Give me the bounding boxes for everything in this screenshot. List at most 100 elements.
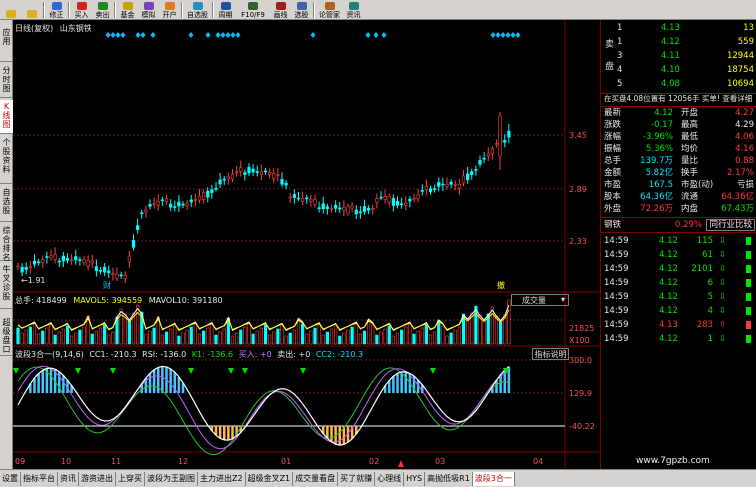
toolbar-button-11[interactable]: 论管家 [316,0,343,19]
stat-value: 64.36亿 [640,192,673,202]
candle-body [24,267,28,270]
candle-body [428,188,433,193]
candle-body [160,199,164,202]
candle-body [346,206,350,214]
volume-bar [189,326,193,345]
tick-volume: 5 [707,292,713,302]
stat-row: 最新 4.12 开盘 4.27 [601,107,756,119]
stock-name: 山东钢铁 [59,24,92,33]
order-note[interactable]: 在买盘4.08位置有 12056手 买单! 查看详细 [601,93,756,105]
volume-bar [173,325,177,345]
sell-arrow-icon [228,368,234,374]
toolbar-button-4[interactable]: 模拟 [138,0,159,19]
bottom-tab-6[interactable]: 主力进出Z2 [198,471,246,486]
panel-divider [601,217,756,218]
order-book-row: 1 4.13 13 [601,22,756,34]
bottom-tab-5[interactable]: 波段为王副图 [145,471,198,486]
bottom-tab-4[interactable]: 上穿买 [116,471,145,486]
indicator-name: 波段3合一 [15,350,53,359]
bottom-tab-10[interactable]: 心理线 [375,471,405,486]
order-note-text: 在买盘4.08位置有 12056手 买单! 查看详细 [604,94,753,103]
event-marker-icon [490,32,496,38]
up-arrow-icon: ⇧ [719,320,727,330]
volume-bar [206,327,210,345]
candle-body [247,166,251,174]
candle-body [214,187,218,190]
volume-indicator-select[interactable]: 成交量 ▾ [511,294,569,306]
candle-body [239,167,243,172]
event-marker-icon [115,32,121,38]
candle-body [408,198,412,202]
event-marker-icon [381,32,387,38]
candle-body [507,130,511,138]
toolbar-button-10[interactable]: 选股 [291,0,312,19]
candle-body [181,203,185,206]
bottom-tab-2[interactable]: 资讯 [58,471,79,486]
candle-body [420,190,424,192]
toolbar-button-9[interactable]: 画线 [270,0,291,19]
chart-canvas[interactable]: 3.45 2.89 2.33 ←1.91 财 撤 21825 X100 300.0 129.9 -4… [13,20,600,468]
candle-body [449,181,453,185]
left-tab-0[interactable]: 应用 [0,26,13,62]
toolbar-icon [348,2,359,10]
bottom-tab-13[interactable]: 波段3合一 [472,471,515,486]
kline-chart-area[interactable]: 3.45 2.89 2.33 ←1.91 财 撤 21825 X100 300.0 129.9 -4… [13,20,600,468]
bottom-tab-1[interactable]: 指标平台 [21,471,58,486]
left-tab-1[interactable]: 分时图 [0,64,13,98]
order-book-row: 3 4.11 12944 [601,50,756,62]
indicator-help-button[interactable]: 指标说明 [532,348,569,360]
toolbar-divider [212,2,214,18]
candle-body [115,274,119,279]
bottom-tab-3[interactable]: 游资进出 [79,471,116,486]
toolbar-button-1[interactable]: 买入 [71,0,92,19]
left-tab-5[interactable]: 综合排名 [0,224,13,262]
bottom-tab-11[interactable]: HYS [404,471,426,486]
bottom-tab-12[interactable]: 高抛低吸R1 [425,471,473,486]
left-tab-3[interactable]: 个股资料 [0,136,13,184]
bottom-tab-7[interactable]: 超级金叉Z1 [246,471,294,486]
sector-compare-button[interactable]: 同行业比较 [706,219,755,231]
sell-signal-label: 卖出: +0 [277,350,311,359]
candle-body [61,255,65,262]
toolbar-button-3[interactable]: 基金 [117,0,138,19]
toolbar-button-0[interactable]: 修正 [46,0,67,19]
candle-body [144,209,148,213]
candle-body [395,201,400,206]
event-marker-icon [120,32,126,38]
left-tab-bar: 应用分时图 K线图个股资料自选股综合排名 牛叉诊股超级盘口 [0,20,13,469]
bottom-tab-0[interactable]: 设置 [0,471,21,486]
left-tab-6[interactable]: 牛叉诊股 [0,263,13,309]
left-tab-2[interactable]: K线图 [0,100,13,134]
candle-body [189,199,193,203]
trade-tick-row: 14:59 4.12 6 ⇩ [601,277,756,289]
bottom-tab-9[interactable]: 买了就赚 [338,471,376,486]
toolbar-button-7[interactable]: 周期 [215,0,236,19]
nav-forward-icon[interactable] [21,0,42,19]
toolbar-button-5[interactable]: 开户 [159,0,180,19]
bottom-tab-8[interactable]: 成交量看盘 [293,471,339,486]
nav-back-icon[interactable] [0,0,21,19]
sell-arrow-icon [13,368,19,374]
stat-value: 4.12 [654,108,673,118]
stat-label: 均价 [681,144,699,154]
left-tab-7[interactable]: 超级盘口 [0,316,13,356]
toolbar-button-2[interactable]: 卖出 [92,0,113,19]
candle-body [136,225,140,230]
low-price-marker: ←1.91 [21,276,46,285]
sell-arrow-icon [242,368,248,374]
stat-value: 亏损 [736,180,754,190]
tick-volume: 283 [696,320,713,330]
toolbar-button-12[interactable]: 资讯 [343,0,364,19]
candle-body [387,196,391,203]
volume-bar [53,334,57,345]
stat-label: 涨跌 [604,120,622,130]
candle-body [53,253,57,260]
candle-body [478,160,482,165]
toolbar-button-6[interactable]: 自选股 [184,0,211,19]
stat-row: 涨幅 -3.96% 最低 4.06 [601,131,756,143]
candle-body [400,203,404,206]
candle-body [226,176,230,180]
toolbar-button-8[interactable]: F10/F9 [236,0,270,19]
toolbar-icon [76,2,87,10]
left-tab-4[interactable]: 自选股 [0,186,13,222]
